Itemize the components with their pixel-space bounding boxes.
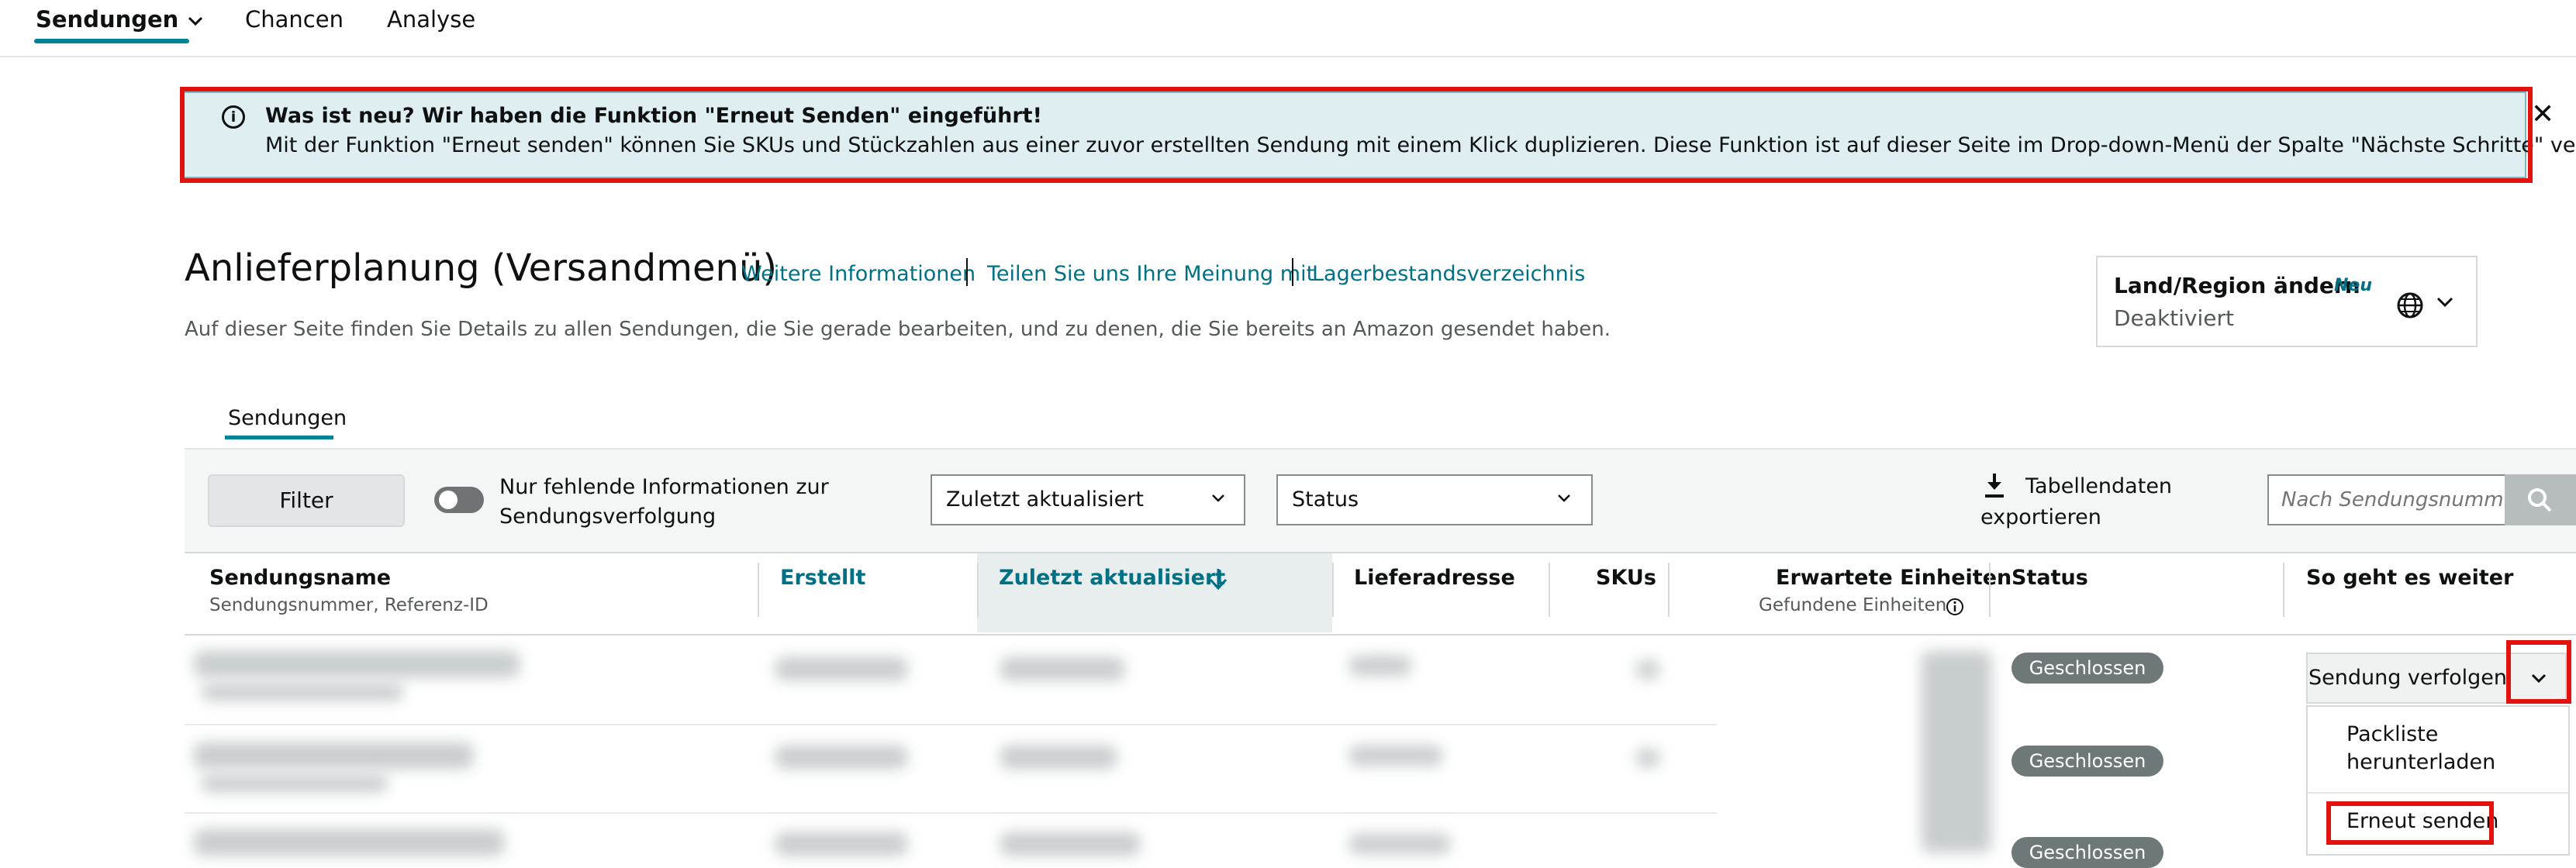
chevron-down-icon	[1212, 494, 1224, 502]
redacted-created	[775, 832, 907, 856]
tab-sendungen[interactable]: Sendungen	[36, 6, 205, 33]
redacted-updated	[1000, 746, 1117, 769]
export-table-button[interactable]: Tabellendaten exportieren	[1980, 471, 2172, 533]
menu-item-label: Packliste	[2346, 722, 2439, 746]
tab-analyse[interactable]: Analyse	[387, 6, 475, 33]
tab-shipments[interactable]: Sendungen	[228, 406, 347, 430]
menu-item-download-packlist[interactable]: Packliste herunterladen	[2346, 721, 2495, 777]
col-shipment-name: Sendungsname	[209, 566, 392, 590]
redacted-created	[775, 657, 907, 680]
export-label-line2: exportieren	[1980, 505, 2101, 529]
status-select[interactable]: Status	[1276, 474, 1593, 525]
menu-divider	[2308, 792, 2568, 794]
page-description: Auf dieser Seite finden Sie Details zu a…	[185, 318, 1611, 341]
redacted-shipment-id	[202, 775, 388, 792]
redacted-updated	[1000, 657, 1124, 680]
column-divider	[1549, 563, 1550, 617]
column-divider	[1332, 563, 1334, 617]
link-separator	[1292, 258, 1293, 286]
chevron-down-icon[interactable]	[2435, 294, 2455, 310]
column-divider	[2283, 563, 2284, 617]
alert-highlight-frame	[180, 87, 2533, 183]
filter-button[interactable]: Filter	[208, 474, 405, 527]
link-more-info[interactable]: Weitere Informationen	[741, 262, 975, 286]
region-status: Deaktiviert	[2114, 305, 2234, 331]
row-divider	[185, 812, 1717, 814]
page-title: Anlieferplanung (Versandmenü)	[185, 246, 778, 290]
col-last-updated[interactable]: Zuletzt aktualisiert	[999, 566, 1225, 590]
column-divider	[1989, 563, 1991, 617]
info-icon[interactable]	[1945, 597, 1965, 617]
col-status: Status	[2011, 566, 2088, 590]
link-separator	[966, 258, 968, 286]
chevron-down-icon	[188, 16, 203, 26]
close-icon[interactable]: ✕	[2531, 101, 2554, 129]
search-button[interactable]	[2505, 474, 2576, 525]
globe-icon[interactable]	[2396, 291, 2424, 319]
redacted-shipment-name	[194, 742, 473, 769]
region-title: Land/Region ändern	[2114, 273, 2360, 298]
toggle-label-line2: Sendungsverfolgung	[499, 505, 717, 529]
active-tab-indicator	[34, 39, 189, 43]
toggle-label: Nur fehlende Informationen zur Sendungsv…	[499, 473, 829, 532]
redacted-updated	[1000, 832, 1140, 856]
link-feedback[interactable]: Teilen Sie uns Ihre Meinung mit	[987, 262, 1314, 286]
redacted-address	[1349, 834, 1450, 854]
status-badge: Geschlossen	[2011, 837, 2163, 868]
column-divider	[977, 563, 979, 617]
redacted-address	[1349, 656, 1411, 676]
chevron-down-icon	[1558, 494, 1570, 502]
search-input[interactable]	[2267, 474, 2506, 525]
col-skus: SKUs	[1596, 566, 1656, 590]
redacted-shipment-name	[194, 651, 520, 677]
sort-select[interactable]: Zuletzt aktualisiert	[931, 474, 1245, 525]
status-badge: Geschlossen	[2011, 653, 2163, 684]
active-tab-indicator	[225, 436, 333, 439]
export-label-line1: Tabellendaten	[2025, 474, 2173, 498]
top-nav: Sendungen Chancen Analyse	[0, 0, 2576, 57]
redacted-skus	[1636, 660, 1659, 679]
redacted-created	[775, 746, 907, 769]
col-expected-units: Erwartete Einheiten	[1776, 566, 2012, 590]
redacted-shipment-name	[194, 829, 504, 856]
tab-sendungen-label: Sendungen	[36, 6, 179, 33]
search-icon	[2528, 488, 2552, 512]
menu-item-label: herunterladen	[2346, 750, 2496, 774]
redacted-address	[1349, 746, 1442, 766]
toggle-highlight-frame	[2506, 640, 2571, 704]
column-divider	[1668, 563, 1670, 617]
track-shipment-button[interactable]: Sendung verfolgen	[2306, 653, 2509, 704]
column-divider	[758, 563, 759, 617]
redacted-skus	[1636, 749, 1659, 767]
col-next-steps: So geht es weiter	[2306, 566, 2514, 590]
redacted-shipment-id	[202, 684, 403, 701]
status-badge: Geschlossen	[2011, 746, 2163, 777]
resend-highlight-frame	[2326, 801, 2494, 845]
link-inventory[interactable]: Lagerbestandsverzeichnis	[1312, 262, 1585, 286]
new-badge: Neu	[2334, 276, 2372, 295]
row-divider	[185, 724, 1717, 725]
col-shipment-name-sub: Sendungsnummer, Referenz-ID	[209, 595, 489, 615]
arrow-down-icon[interactable]	[1207, 566, 1230, 592]
col-created[interactable]: Erstellt	[780, 566, 865, 590]
toggle-label-line1: Nur fehlende Informationen zur	[499, 475, 829, 499]
redacted-units	[1922, 651, 1991, 852]
toggle-knob	[439, 491, 458, 509]
tab-chancen[interactable]: Chancen	[245, 6, 344, 33]
col-found-units: Gefundene Einheiten	[1759, 595, 1947, 615]
col-delivery-address: Lieferadresse	[1354, 566, 1515, 590]
